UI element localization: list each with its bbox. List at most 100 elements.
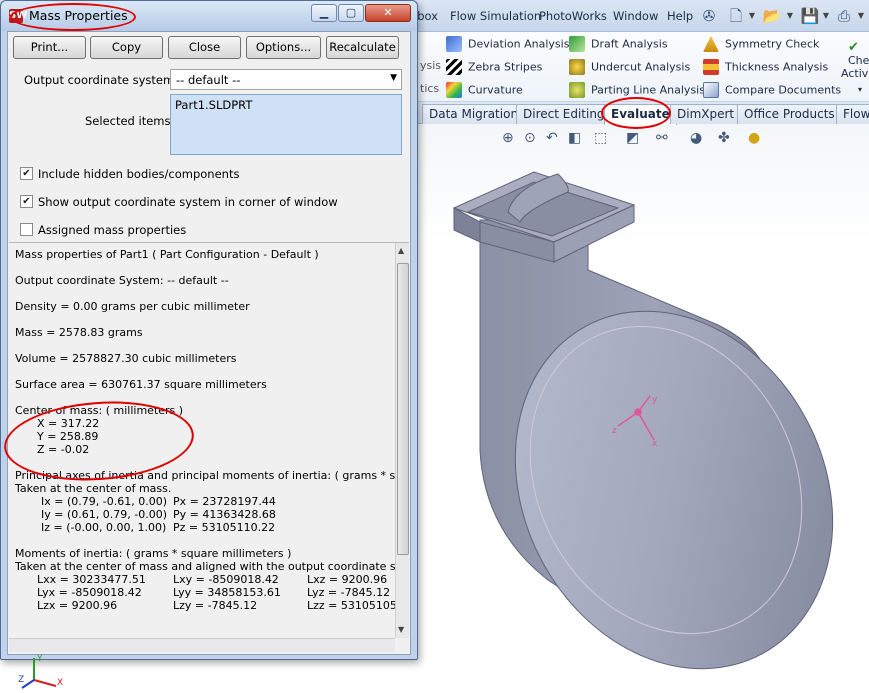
cmd-zebra-stripes[interactable]: Zebra Stripes (446, 59, 542, 75)
close-icon[interactable]: ✕ (365, 4, 411, 22)
copy-button[interactable]: Copy (90, 36, 163, 59)
open-folder-icon[interactable]: 📂 (762, 6, 782, 26)
view-settings-icon[interactable]: ● (748, 130, 760, 146)
include-hidden-checkbox[interactable]: ✔ (20, 167, 33, 180)
deviation-analysis-icon (446, 36, 462, 52)
report-header: Mass properties of Part1 ( Part Configur… (15, 248, 319, 261)
chevron-down-icon[interactable]: ▼ (822, 6, 830, 26)
output-cs-label: Output coordinate system: (24, 73, 179, 87)
maximize-icon[interactable]: ▢ (338, 4, 364, 22)
tab-data-migration[interactable]: Data Migration (422, 104, 526, 124)
output-cs-select[interactable]: -- default -- ▼ (170, 69, 402, 90)
new-document-icon[interactable]: 🗋 (726, 6, 746, 26)
cmd-check-active-2[interactable]: Activ (841, 67, 868, 80)
report-lyz: Lyz = -7845.12 (307, 586, 391, 599)
cmd-undercut-analysis[interactable]: Undercut Analysis (569, 59, 690, 75)
save-icon[interactable]: 💾 (800, 6, 820, 26)
cmd-symmetry-check[interactable]: Symmetry Check (703, 36, 819, 52)
zebra-stripes-icon (446, 59, 462, 75)
report-lzz: Lzz = 53105105.88 (307, 599, 409, 612)
part-graphics-area[interactable]: y x z (418, 150, 869, 693)
cmd-compare-documents[interactable]: Compare Documents (703, 82, 841, 98)
compare-documents-icon (703, 82, 719, 98)
command-clipped[interactable]: ysis (420, 59, 441, 72)
menu-flow-simulation[interactable]: Flow Simulation (450, 9, 541, 23)
tab-direct-editing[interactable]: Direct Editing (516, 104, 612, 124)
report-lxz: Lxz = 9200.96 (307, 573, 388, 586)
report-com-x: X = 317.22 (37, 417, 100, 430)
symmetry-check-icon (703, 36, 719, 52)
parting-line-icon (569, 82, 585, 98)
zoom-to-fit-icon[interactable]: ⊕ (502, 130, 514, 146)
triad-label-z: z (612, 426, 617, 436)
solidworks-logo-icon: SW (9, 9, 28, 23)
menu-photoworks[interactable]: PhotoWorks (539, 9, 607, 23)
thickness-analysis-icon (703, 59, 719, 75)
hide-show-items-icon[interactable]: ⚯ (656, 130, 668, 146)
dialog-title: Mass Properties (29, 8, 128, 23)
report-principal-moment-pz: Pz = 53105110.22 (173, 521, 276, 534)
report-mass: Mass = 2578.83 grams (15, 326, 143, 339)
draft-analysis-icon (569, 36, 585, 52)
tab-dimxpert[interactable]: DimXpert (670, 104, 742, 124)
tab-evaluate[interactable]: Evaluate (604, 104, 677, 125)
scroll-down-icon[interactable]: ▼ (398, 625, 404, 634)
options-button[interactable]: Options... (246, 36, 321, 59)
selected-items-list[interactable]: Part1.SLDPRT (170, 94, 402, 155)
view-orientation-icon[interactable]: ⬚ (594, 130, 607, 146)
output-cs-value: -- default -- (176, 73, 241, 87)
triad-label-y: y (652, 395, 658, 405)
tab-office-products[interactable]: Office Products (737, 104, 842, 124)
zoom-to-area-icon[interactable]: ⊙ (524, 130, 536, 146)
assigned-mass-checkbox[interactable] (20, 223, 33, 236)
cmd-deviation-analysis[interactable]: Deviation Analysis (446, 36, 569, 52)
chevron-down-icon[interactable]: ▾ (858, 85, 862, 94)
print-icon[interactable]: ⎙ (834, 6, 854, 26)
scroll-up-icon[interactable]: ▲ (398, 246, 404, 255)
chevron-down-icon[interactable]: ▼ (748, 6, 756, 26)
selected-items-label: Selected items: (85, 114, 175, 128)
show-output-cs-checkbox[interactable]: ✔ (20, 195, 33, 208)
mass-properties-report[interactable]: Mass properties of Part1 ( Part Configur… (9, 242, 409, 654)
command-clipped[interactable]: tics (420, 82, 439, 95)
report-lxy: Lxy = -8509018.42 (173, 573, 279, 586)
dialog-titlebar[interactable]: SW Mass Properties ▁ ▢ ✕ (1, 1, 417, 31)
check-active-icon[interactable]: ✔ (848, 40, 859, 55)
report-volume: Volume = 2578827.30 cubic millimeters (15, 352, 237, 365)
chevron-down-icon[interactable]: ▼ (786, 6, 794, 26)
report-com-z: Z = -0.02 (37, 443, 90, 456)
report-vertical-scrollbar[interactable]: ▲ ▼ (395, 243, 409, 638)
report-density: Density = 0.00 grams per cubic millimete… (15, 300, 250, 313)
scroll-thumb[interactable] (397, 263, 409, 555)
menu-help[interactable]: Help (667, 9, 693, 23)
report-principal-axis-ix: Ix = (0.79, -0.61, 0.00) (41, 495, 167, 508)
tab-flow[interactable]: Flow (836, 104, 869, 124)
recalculate-button[interactable]: Recalculate (326, 36, 399, 59)
edit-appearance-icon[interactable]: ◕ (690, 130, 702, 146)
menu-window[interactable]: Window (613, 9, 658, 23)
close-button[interactable]: Close (168, 36, 241, 59)
chevron-down-icon[interactable]: ▼ (390, 73, 397, 83)
cmd-curvature[interactable]: Curvature (446, 82, 523, 98)
show-output-cs-label[interactable]: Show output coordinate system in corner … (38, 195, 338, 209)
include-hidden-label[interactable]: Include hidden bodies/components (38, 167, 239, 181)
assigned-mass-label[interactable]: Assigned mass properties (38, 223, 186, 237)
section-view-icon[interactable]: ◧ (568, 130, 581, 146)
dialog-body: Print... Copy Close Options... Recalcula… (7, 31, 411, 655)
display-style-icon[interactable]: ◩ (626, 130, 639, 146)
previous-view-icon[interactable]: ↶ (546, 130, 558, 146)
cmd-draft-analysis[interactable]: Draft Analysis (569, 36, 668, 52)
chevron-down-icon[interactable]: ▼ (857, 6, 865, 26)
list-item[interactable]: Part1.SLDPRT (175, 98, 252, 112)
report-moments-title: Moments of inertia: ( grams * square mil… (15, 547, 292, 560)
report-moments-sub: Taken at the center of mass and aligned … (15, 560, 409, 573)
cmd-check-active[interactable]: Chec (848, 54, 869, 67)
cmd-thickness-analysis[interactable]: Thickness Analysis (703, 59, 828, 75)
print-button[interactable]: Print... (13, 36, 86, 59)
report-horizontal-scrollbar[interactable] (9, 638, 395, 652)
mass-properties-dialog: SW Mass Properties ▁ ▢ ✕ Print... Copy C… (0, 0, 418, 660)
apply-scene-icon[interactable]: ✤ (718, 130, 730, 146)
minimize-icon[interactable]: ▁ (311, 4, 337, 22)
pushpin-icon[interactable]: ✇ (699, 6, 719, 26)
cmd-parting-line-analysis[interactable]: Parting Line Analysis (569, 82, 705, 98)
